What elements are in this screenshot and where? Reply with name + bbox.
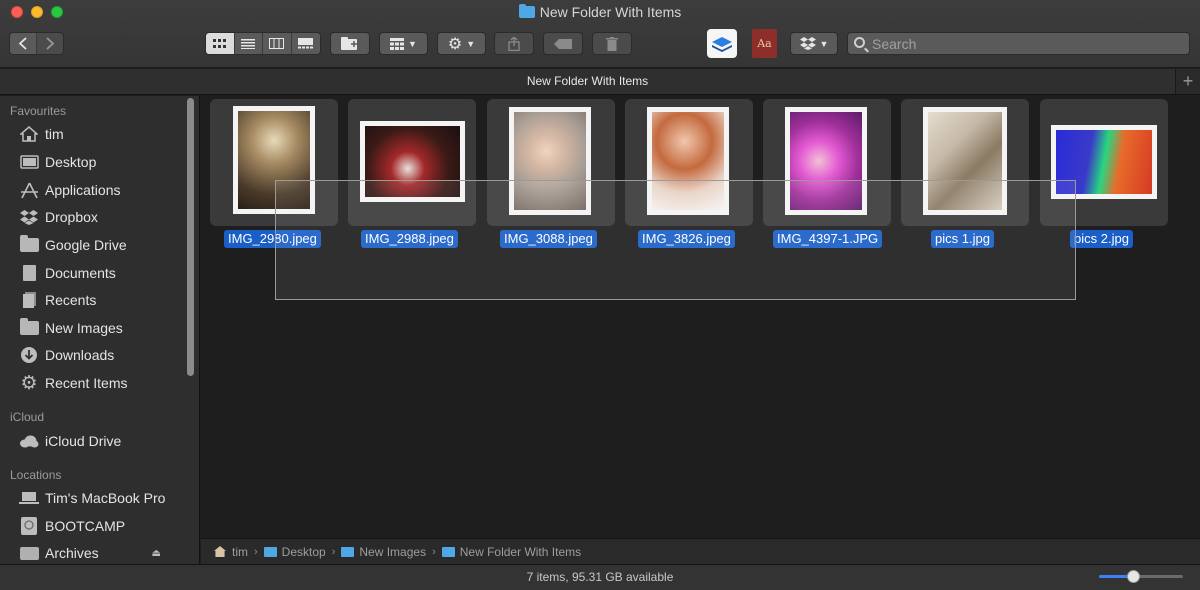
list-icon [241,38,256,49]
column-view-button[interactable] [263,33,292,54]
sidebar-item-dropbox[interactable]: Dropbox [0,204,185,230]
folder-icon [518,4,535,18]
sidebar-header-icloud: iCloud [10,410,45,424]
file-name-label[interactable]: pics 2.jpg [1070,230,1133,248]
folder-icon [18,235,40,254]
laptop-icon [18,489,40,507]
sidebar-item-icloud-drive[interactable]: iCloud Drive [0,428,185,454]
sidebar: Favourites tim Desktop Applications Drop… [0,96,200,564]
sidebar-item-macbook[interactable]: Tim's MacBook Pro [0,485,185,511]
tab-bar: New Folder With Items + [0,69,1200,95]
search-icon [854,37,865,48]
desktop-icon [18,153,40,171]
sidebar-item-applications[interactable]: Applications [0,177,185,203]
home-icon [18,125,40,143]
chevron-down-icon: ▼ [819,38,829,49]
sidebar-item-recents[interactable]: Recents [0,287,185,313]
group-by-button[interactable]: ▼ [379,32,428,55]
home-icon [214,546,226,557]
cloud-icon [18,432,40,450]
documents-icon [18,264,40,282]
gallery-view-button[interactable] [291,33,320,54]
icon-view-button[interactable] [206,33,235,54]
new-tab-button[interactable]: + [1175,69,1200,94]
tags-button[interactable] [543,32,583,55]
sidebar-item-google-drive[interactable]: Google Drive [0,232,185,258]
folder-icon [441,546,455,557]
tag-icon [554,38,572,49]
view-switcher [205,32,321,55]
titlebar: New Folder With Items ▼ ⚙ ▼ Aa ▼ Search [0,0,1200,68]
chevron-right-icon [46,37,54,50]
dictionary-app-icon[interactable]: Aa [752,29,777,58]
forward-button[interactable] [36,33,63,54]
action-button[interactable]: ⚙ ▼ [437,32,486,55]
search-placeholder: Search [872,35,917,52]
sidebar-item-desktop[interactable]: Desktop [0,149,185,175]
folder-icon [263,546,277,557]
search-field[interactable]: Search [847,32,1190,55]
status-bar: 7 items, 95.31 GB available [0,564,1200,590]
path-crumb-tim[interactable]: tim [214,545,248,559]
disk-icon [18,544,40,562]
sidebar-item-tim[interactable]: tim [0,121,185,147]
share-icon [508,36,520,51]
gear-icon: ⚙ [20,372,38,394]
new-folder-icon [341,37,357,50]
file-grid[interactable]: IMG_2980.jpeg IMG_2988.jpeg IMG_3088.jpe… [201,96,1200,538]
path-crumb-desktop[interactable]: Desktop [263,545,326,559]
eject-icon[interactable]: ⏏ [152,548,161,559]
sidebar-scroll-thumb[interactable] [187,98,194,376]
path-crumb-new-images[interactable]: New Images [341,545,426,559]
path-bar: tim › Desktop › New Images › New Folder … [201,538,1200,564]
dropbox-icon [799,37,816,50]
chevron-right-icon: › [331,545,336,558]
window-title: New Folder With Items [0,4,1200,20]
sidebar-item-bootcamp[interactable]: BOOTCAMP [0,513,185,539]
list-view-button[interactable] [234,33,263,54]
delete-button[interactable] [592,32,632,55]
chevron-left-icon [18,37,27,50]
sidebar-item-documents[interactable]: Documents [0,260,185,286]
sidebar-item-recent-items[interactable]: ⚙ Recent Items [0,370,185,396]
path-crumb-new-folder-with-items[interactable]: New Folder With Items [441,545,581,559]
folder-icon [18,318,40,337]
sidebar-header-favourites: Favourites [10,104,67,118]
chevron-right-icon: › [432,545,436,558]
gear-icon: ⚙ [447,35,463,53]
new-folder-button[interactable] [330,32,370,55]
sidebar-item-new-images[interactable]: New Images [0,315,185,341]
applications-icon [18,181,40,199]
status-text: 7 items, 95.31 GB available [526,570,674,584]
grid-icon [212,38,226,48]
dropbox-button[interactable]: ▼ [790,32,838,55]
gallery-icon [298,38,314,49]
sidebar-header-locations: Locations [10,468,62,482]
back-button[interactable] [10,33,37,54]
layers-app-icon[interactable] [707,29,737,58]
folder-icon [341,546,355,557]
sidebar-item-archives[interactable]: Archives ⏏ [0,540,185,564]
disk-icon [18,517,40,535]
columns-icon [269,38,285,49]
selection-rectangle [275,180,1076,300]
tab-new-folder-with-items[interactable]: New Folder With Items [0,69,1175,94]
downloads-icon [18,346,40,364]
sidebar-item-downloads[interactable]: Downloads [0,342,185,368]
grid-icon [390,37,405,50]
chevron-down-icon: ▼ [466,38,476,49]
trash-icon [606,36,618,51]
chevron-right-icon: › [254,545,258,558]
share-button[interactable] [494,32,534,55]
history-nav [9,32,64,55]
layers-icon [712,37,732,52]
dictionary-icon: Aa [757,37,772,50]
recents-icon [18,291,40,309]
chevron-down-icon: ▼ [408,38,417,49]
dropbox-icon [18,208,40,226]
